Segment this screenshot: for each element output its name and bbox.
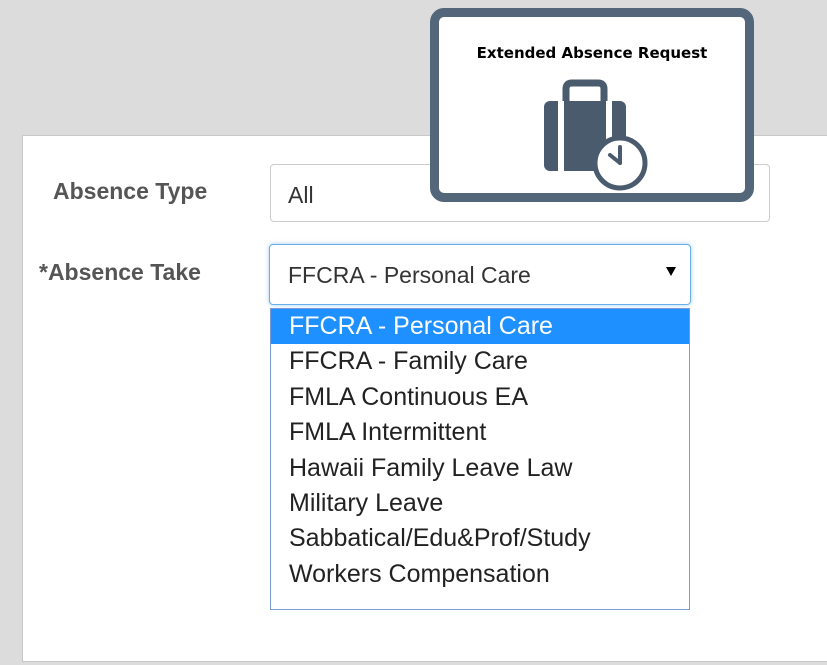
badge-title: Extended Absence Request [476, 44, 708, 62]
briefcase-clock-icon [544, 79, 648, 191]
absence-type-label: Absence Type [53, 178, 208, 204]
absence-take-options[interactable]: FFCRA - Personal Care FFCRA - Family Car… [270, 308, 690, 610]
option-ffcra-personal-care[interactable]: FFCRA - Personal Care [271, 309, 689, 345]
absence-take-select[interactable]: FFCRA - Personal Care [269, 244, 691, 305]
option-military-leave[interactable]: Military Leave [271, 486, 689, 521]
option-fmla-intermittent[interactable]: FMLA Intermittent [271, 415, 689, 450]
extended-absence-badge: Extended Absence Request [430, 8, 754, 202]
option-workers-compensation[interactable]: Workers Compensation [271, 557, 689, 592]
dropdown-caret-icon [666, 267, 676, 276]
option-sabbatical[interactable]: Sabbatical/Edu&Prof/Study [271, 521, 689, 556]
absence-type-value: All [288, 182, 314, 208]
option-hawaii-family-leave-law[interactable]: Hawaii Family Leave Law [271, 451, 689, 486]
option-ffcra-family-care[interactable]: FFCRA - Family Care [271, 344, 689, 379]
absence-take-label: *Absence Take [39, 259, 201, 285]
option-fmla-continuous-ea[interactable]: FMLA Continuous EA [271, 380, 689, 415]
absence-take-value: FFCRA - Personal Care [288, 262, 531, 288]
